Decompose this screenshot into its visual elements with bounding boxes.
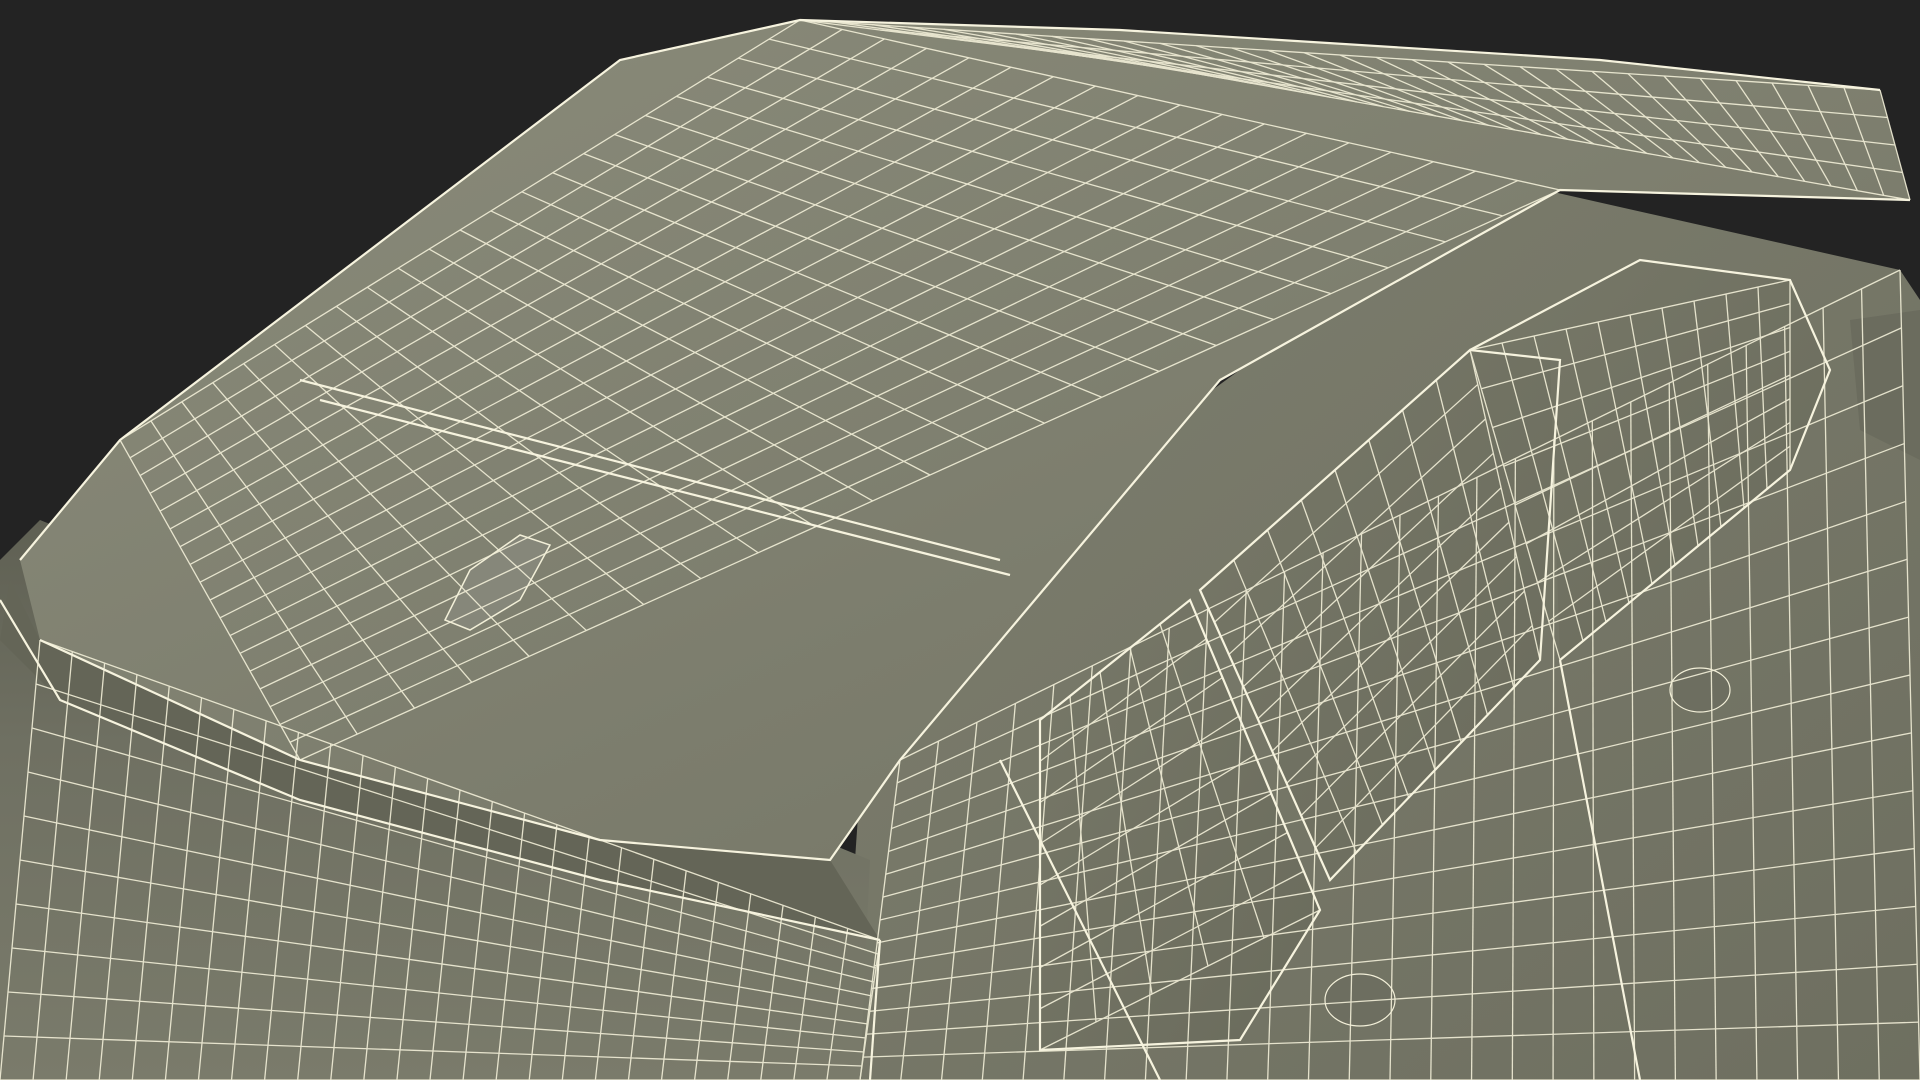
wireframe-car-render <box>0 18 1920 1080</box>
render-viewport <box>0 0 1920 1080</box>
